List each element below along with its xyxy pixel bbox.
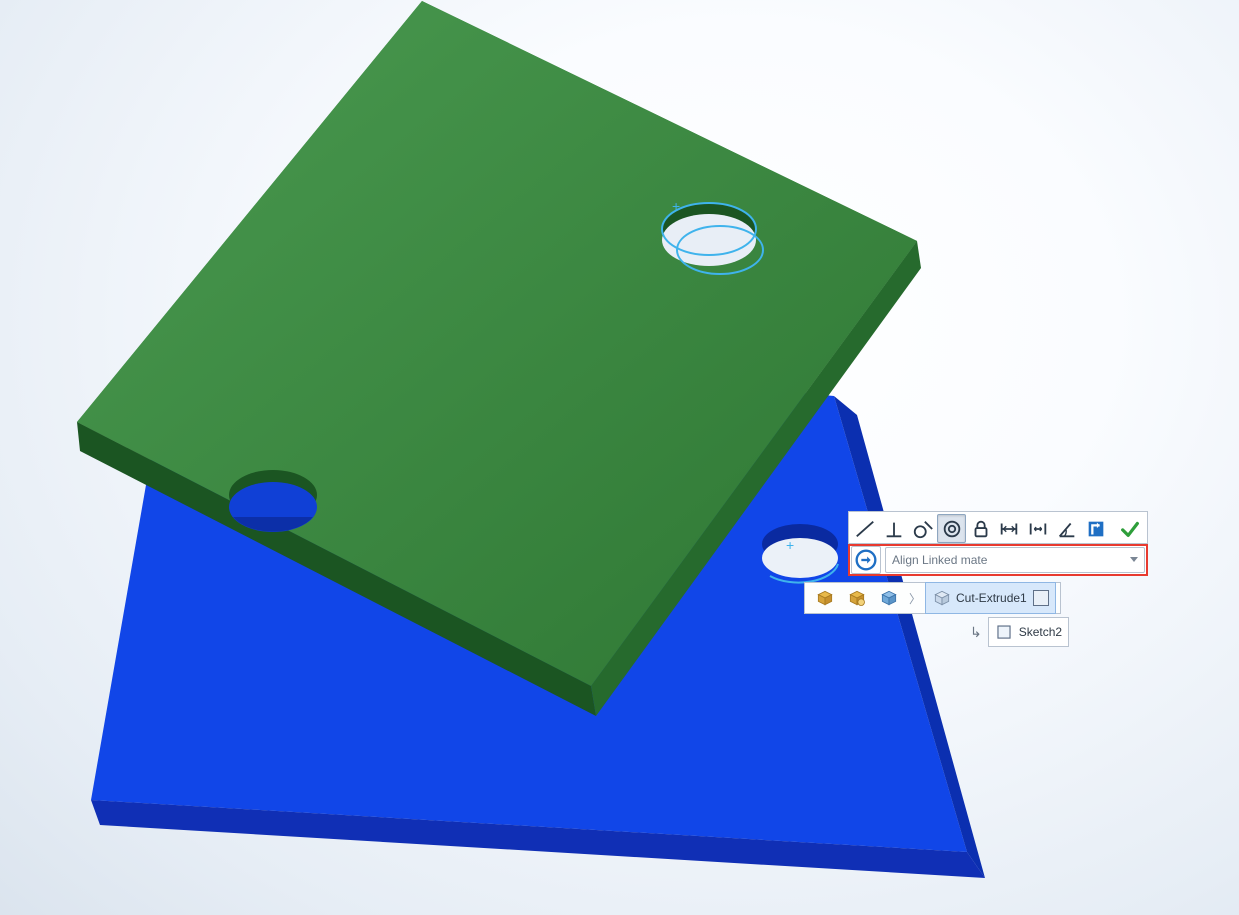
confirm-mate-button[interactable]: [1115, 514, 1145, 543]
concentric-icon: [941, 518, 963, 540]
width-mate-button[interactable]: [1024, 514, 1053, 543]
lock-icon: [970, 518, 992, 540]
feature-icon: [932, 588, 952, 608]
linked-mate-dropdown[interactable]: Align Linked mate: [885, 547, 1145, 573]
alignment-toggle-button[interactable]: [851, 546, 881, 574]
perpendicular-mate-button[interactable]: [880, 514, 909, 543]
sketch-icon: [995, 623, 1013, 641]
coincident-mate-button[interactable]: [851, 514, 880, 543]
anti-align-icon: [1085, 518, 1107, 540]
breadcrumb-child-sketch[interactable]: Sketch2: [988, 617, 1069, 647]
coincident-icon: [854, 518, 876, 540]
mate-alignment-row: Align Linked mate: [848, 544, 1148, 576]
angle-mate-button[interactable]: [1053, 514, 1082, 543]
chevron-down-icon: [1130, 557, 1138, 562]
graphics-viewport[interactable]: + +: [0, 0, 1239, 915]
angle-icon: [1056, 518, 1078, 540]
child-arrow-icon: ↳: [970, 624, 982, 641]
feature-end-marker: [1033, 590, 1049, 606]
breadcrumb-assembly[interactable]: [809, 583, 841, 613]
concentric-mate-button[interactable]: [937, 514, 966, 543]
subassembly-icon: [847, 588, 867, 608]
breadcrumb-feature-label: Cut-Extrude1: [956, 591, 1027, 605]
breadcrumb-child-label: Sketch2: [1019, 625, 1062, 639]
tangent-icon: [912, 518, 934, 540]
dropdown-placeholder: Align Linked mate: [892, 553, 987, 567]
checkmark-icon: [1119, 518, 1141, 540]
mate-context-toolbar: [848, 511, 1148, 544]
anti-aligned-button[interactable]: [1081, 514, 1110, 543]
chevron-right-icon: 〉: [909, 590, 921, 607]
breadcrumb-part[interactable]: [873, 583, 905, 613]
scene: [0, 0, 1239, 915]
breadcrumb-feature[interactable]: Cut-Extrude1: [925, 582, 1056, 614]
width-icon: [1027, 518, 1049, 540]
lock-mate-button[interactable]: [966, 514, 995, 543]
selection-breadcrumb: 〉 Cut-Extrude1: [804, 582, 1061, 614]
distance-icon: [998, 518, 1020, 540]
alignment-icon: [852, 546, 880, 574]
part-icon: [879, 588, 899, 608]
tangent-mate-button[interactable]: [909, 514, 938, 543]
perpendicular-icon: [883, 518, 905, 540]
distance-mate-button[interactable]: [995, 514, 1024, 543]
assembly-icon: [815, 588, 835, 608]
breadcrumb-child-row: ↳ Sketch2: [970, 618, 1069, 646]
breadcrumb-subassembly[interactable]: [841, 583, 873, 613]
